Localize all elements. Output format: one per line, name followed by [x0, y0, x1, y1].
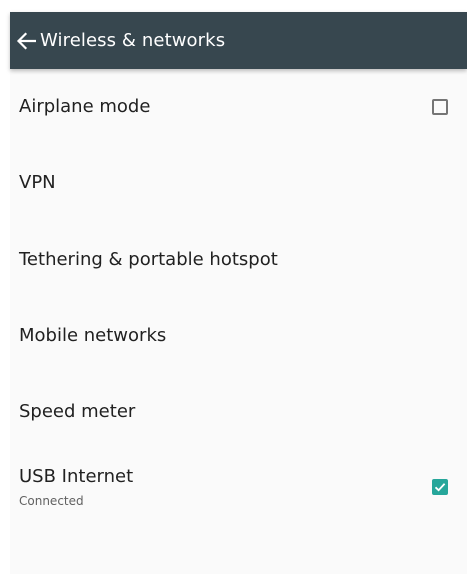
setting-title: VPN [19, 172, 56, 193]
setting-summary: Connected [19, 494, 84, 508]
setting-title: Mobile networks [19, 325, 167, 346]
setting-tethering[interactable]: Tethering & portable hotspot [10, 221, 467, 297]
setting-title: Tethering & portable hotspot [19, 249, 278, 270]
setting-title: Speed meter [19, 401, 136, 422]
setting-title: USB Internet [19, 466, 134, 487]
settings-list: Airplane mode VPN Tethering & portable h… [10, 69, 467, 527]
airplane-mode-checkbox[interactable] [432, 99, 448, 115]
page-title: Wireless & networks [40, 30, 226, 51]
check-icon [434, 483, 446, 492]
setting-speed-meter[interactable]: Speed meter [10, 373, 467, 449]
setting-airplane-mode[interactable]: Airplane mode [10, 69, 467, 145]
setting-mobile-networks[interactable]: Mobile networks [10, 297, 467, 373]
setting-title: Airplane mode [19, 96, 151, 117]
usb-internet-checkbox[interactable] [432, 479, 448, 495]
setting-vpn[interactable]: VPN [10, 145, 467, 221]
setting-usb-internet[interactable]: USB Internet Connected [10, 449, 467, 527]
settings-screen: Wireless & networks Airplane mode VPN Te… [10, 12, 467, 574]
arrow-left-icon[interactable] [12, 29, 40, 53]
app-bar: Wireless & networks [10, 12, 467, 69]
